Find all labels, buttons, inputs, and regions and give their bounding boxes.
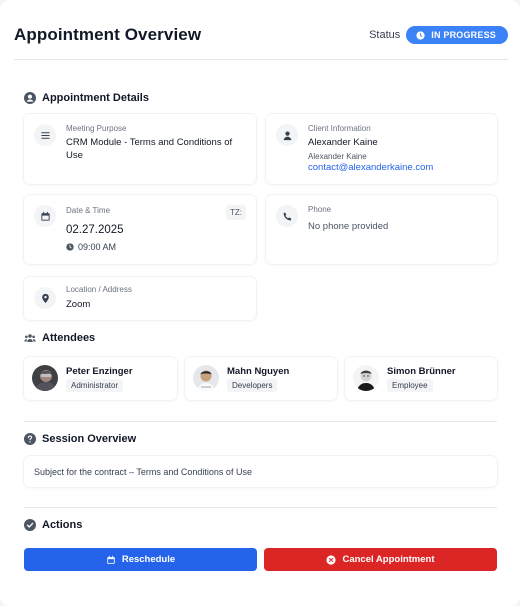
reschedule-button-label: Reschedule (121, 554, 176, 565)
status-label: Status (369, 29, 401, 41)
phone-card: Phone No phone provided (266, 195, 497, 264)
appointment-time: 09:00 AM (78, 242, 117, 252)
timezone-badge[interactable]: TZ: (226, 205, 246, 220)
question-circle-icon (24, 433, 36, 445)
phone-icon (276, 205, 298, 227)
attendees-divider (24, 421, 497, 422)
location-value: Zoom (66, 299, 91, 310)
user-circle-icon (24, 92, 36, 104)
location-card: Location / Address Zoom (24, 277, 256, 320)
cancel-appointment-button[interactable]: Cancel Appointment (264, 548, 497, 571)
status-badge: IN PROGRESS (406, 26, 508, 44)
attendee-card[interactable]: Peter Enzinger Administrator (24, 357, 177, 400)
actions-heading: Actions (24, 519, 82, 531)
client-name: Alexander Kaine (308, 137, 378, 148)
calendar-icon (34, 205, 56, 227)
phone-value: No phone provided (308, 221, 389, 232)
attendees-title: Attendees (42, 332, 96, 344)
cancel-appointment-button-label: Cancel Appointment (342, 554, 435, 565)
client-information-label: Client Information (308, 124, 371, 133)
client-email-link[interactable]: contact@alexanderkaine.com (308, 162, 433, 173)
attendee-role-badge: Developers (227, 379, 278, 392)
meeting-purpose-card: Meeting Purpose CRM Module - Terms and C… (24, 114, 256, 184)
appointment-details-title: Appointment Details (42, 92, 149, 104)
map-pin-icon (34, 287, 56, 309)
calendar-icon (107, 555, 115, 564)
attendee-role-badge: Administrator (66, 379, 124, 392)
attendees-heading: Attendees (24, 332, 95, 344)
phone-label: Phone (308, 205, 332, 214)
meeting-purpose-label: Meeting Purpose (66, 124, 127, 133)
reschedule-button[interactable]: Reschedule (24, 548, 257, 571)
status-area: Status IN PROGRESS (369, 26, 508, 44)
list-icon (34, 124, 56, 146)
date-time-label: Date & Time (66, 206, 111, 215)
page-header: Appointment Overview Status IN PROGRESS (14, 22, 508, 48)
client-information-card: Client Information Alexander Kaine Alexa… (266, 114, 497, 184)
avatar (353, 365, 379, 391)
date-time-card: Date & Time TZ: 02.27.2025 09:00 AM (24, 195, 256, 264)
appointment-details-heading: Appointment Details (24, 92, 149, 104)
appointment-date: 02.27.2025 (66, 224, 124, 236)
attendee-name: Mahn Nguyen (227, 366, 290, 377)
attendee-name: Simon Brünner (387, 366, 456, 377)
appointment-overview-panel: Appointment Overview Status IN PROGRESS … (0, 0, 520, 606)
users-icon (24, 334, 36, 342)
session-divider (24, 507, 497, 508)
session-overview-title: Session Overview (42, 433, 137, 445)
user-icon (276, 124, 298, 146)
session-overview-heading: Session Overview (24, 433, 136, 445)
appointment-time-row: 09:00 AM (66, 242, 116, 252)
x-circle-icon (326, 554, 337, 565)
avatar (32, 365, 58, 391)
session-overview-text: Subject for the contract – Terms and Con… (34, 467, 252, 477)
attendee-card[interactable]: Mahn Nguyen Developers (185, 357, 337, 400)
clock-icon (416, 30, 425, 40)
header-divider (14, 59, 508, 60)
session-overview-card: Subject for the contract – Terms and Con… (24, 456, 497, 487)
status-badge-text: IN PROGRESS (431, 30, 496, 40)
avatar (193, 365, 219, 391)
page-title: Appointment Overview (14, 25, 202, 44)
check-circle-icon (24, 519, 36, 531)
attendee-name: Peter Enzinger (66, 366, 133, 377)
clock-icon (66, 243, 74, 251)
location-label: Location / Address (66, 285, 132, 294)
meeting-purpose-value: CRM Module - Terms and Conditions of Use (66, 137, 233, 161)
attendee-card[interactable]: Simon Brünner Employee (345, 357, 497, 400)
attendee-role-badge: Employee (387, 379, 433, 392)
actions-title: Actions (42, 519, 83, 531)
client-sub-name: Alexander Kaine (308, 152, 367, 161)
